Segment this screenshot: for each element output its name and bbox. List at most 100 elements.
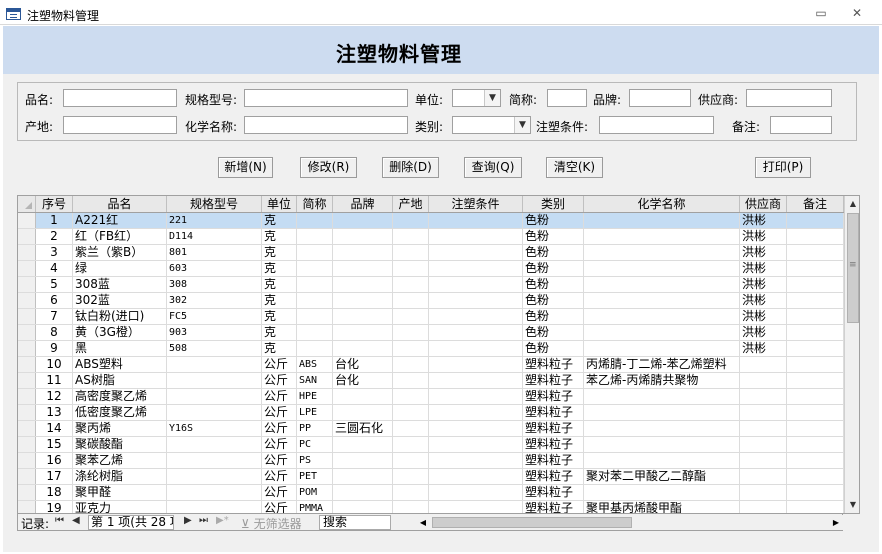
cell-col-brand[interactable] xyxy=(333,245,393,260)
cell-col-condition[interactable] xyxy=(429,357,523,372)
cell-col-condition[interactable] xyxy=(429,421,523,436)
cell-col-name[interactable]: 聚碳酸酯 xyxy=(73,437,167,452)
row-selector[interactable] xyxy=(18,213,36,228)
cell-col-condition[interactable] xyxy=(429,341,523,356)
table-row[interactable]: 11 AS树脂 公斤 SAN 台化 塑料粒子 苯乙烯-丙烯腈共聚物 xyxy=(18,373,844,389)
cell-col-chem[interactable] xyxy=(584,389,740,404)
cell-col-origin[interactable] xyxy=(393,357,429,372)
cell-col-brand[interactable] xyxy=(333,469,393,484)
table-row[interactable]: 12 高密度聚乙烯 公斤 HPE 塑料粒子 xyxy=(18,389,844,405)
cell-col-chem[interactable]: 苯乙烯-丙烯腈共聚物 xyxy=(584,373,740,388)
cell-col-supplier[interactable] xyxy=(740,437,787,452)
cell-col-origin[interactable] xyxy=(393,309,429,324)
minimize-icon[interactable]: ▭ xyxy=(810,5,832,21)
cell-col-supplier[interactable]: 洪彬 xyxy=(740,309,787,324)
cell-col-supplier[interactable]: 洪彬 xyxy=(740,341,787,356)
cell-col-unit[interactable]: 克 xyxy=(262,245,297,260)
record-position-field[interactable]: 第 1 项(共 28 项 xyxy=(88,515,174,530)
scroll-left-icon[interactable]: ◀ xyxy=(416,515,430,530)
cell-col-supplier[interactable]: 洪彬 xyxy=(740,261,787,276)
unit-select[interactable]: ▼ xyxy=(452,89,501,107)
cell-col-abbr[interactable]: PP xyxy=(297,421,333,436)
cell-col-remark[interactable] xyxy=(787,485,844,500)
cell-col-abbr[interactable] xyxy=(297,277,333,292)
cell-col-abbr[interactable] xyxy=(297,325,333,340)
cell-col-remark[interactable] xyxy=(787,293,844,308)
cell-col-unit[interactable]: 公斤 xyxy=(262,357,297,372)
cell-col-unit[interactable]: 公斤 xyxy=(262,485,297,500)
cell-col-name[interactable]: 绿 xyxy=(73,261,167,276)
cell-col-unit[interactable]: 克 xyxy=(262,309,297,324)
scroll-thumb[interactable] xyxy=(847,213,859,323)
cell-col-remark[interactable] xyxy=(787,229,844,244)
cell-col-chem[interactable]: 聚对苯二甲酸乙二醇酯 xyxy=(584,469,740,484)
cell-col-name[interactable]: A221红 xyxy=(73,213,167,228)
cell-col-condition[interactable] xyxy=(429,501,523,513)
last-record-icon[interactable]: ⏭ xyxy=(199,515,208,526)
next-record-icon[interactable]: ▶ xyxy=(184,515,192,526)
cell-col-unit[interactable]: 克 xyxy=(262,293,297,308)
cell-col-unit[interactable]: 公斤 xyxy=(262,453,297,468)
cell-col-remark[interactable] xyxy=(787,341,844,356)
header-col-spec[interactable]: 规格型号 xyxy=(167,196,262,212)
cell-col-name[interactable]: 涤纶树脂 xyxy=(73,469,167,484)
row-selector[interactable] xyxy=(18,245,36,260)
cell-col-index[interactable]: 11 xyxy=(36,373,73,388)
row-selector[interactable] xyxy=(18,293,36,308)
add-button[interactable]: 新增(N) xyxy=(218,157,273,178)
header-col-category[interactable]: 类别 xyxy=(523,196,584,212)
cell-col-origin[interactable] xyxy=(393,389,429,404)
cell-col-unit[interactable]: 公斤 xyxy=(262,437,297,452)
cell-col-supplier[interactable] xyxy=(740,501,787,513)
cell-col-index[interactable]: 9 xyxy=(36,341,73,356)
cell-col-category[interactable]: 塑料粒子 xyxy=(523,373,584,388)
cell-col-brand[interactable] xyxy=(333,293,393,308)
cell-col-spec[interactable] xyxy=(167,485,262,500)
row-selector[interactable] xyxy=(18,373,36,388)
new-record-icon[interactable]: ▶* xyxy=(216,515,229,526)
table-row[interactable]: 16 聚苯乙烯 公斤 PS 塑料粒子 xyxy=(18,453,844,469)
cell-col-category[interactable]: 塑料粒子 xyxy=(523,469,584,484)
row-selector[interactable] xyxy=(18,405,36,420)
header-col-brand[interactable]: 品牌 xyxy=(333,196,393,212)
cell-col-index[interactable]: 18 xyxy=(36,485,73,500)
cell-col-unit[interactable]: 克 xyxy=(262,341,297,356)
table-row[interactable]: 8 黄（3G橙） 903 克 色粉 洪彬 xyxy=(18,325,844,341)
cell-col-index[interactable]: 15 xyxy=(36,437,73,452)
cell-col-remark[interactable] xyxy=(787,277,844,292)
table-row[interactable]: 14 聚丙烯 Y16S 公斤 PP 三圆石化 塑料粒子 xyxy=(18,421,844,437)
cell-col-brand[interactable]: 三圆石化 xyxy=(333,421,393,436)
table-row[interactable]: 6 302蓝 302 克 色粉 洪彬 xyxy=(18,293,844,309)
cell-col-category[interactable]: 塑料粒子 xyxy=(523,437,584,452)
cell-col-name[interactable]: 聚甲醛 xyxy=(73,485,167,500)
cell-col-unit[interactable]: 克 xyxy=(262,325,297,340)
cell-col-category[interactable]: 塑料粒子 xyxy=(523,389,584,404)
row-selector[interactable] xyxy=(18,437,36,452)
cell-col-chem[interactable] xyxy=(584,325,740,340)
cell-col-supplier[interactable] xyxy=(740,405,787,420)
cell-col-index[interactable]: 13 xyxy=(36,405,73,420)
cell-col-remark[interactable] xyxy=(787,261,844,276)
cell-col-abbr[interactable] xyxy=(297,293,333,308)
cell-col-remark[interactable] xyxy=(787,357,844,372)
table-row[interactable]: 7 钛白粉(进口) FC5 克 色粉 洪彬 xyxy=(18,309,844,325)
cell-col-category[interactable]: 色粉 xyxy=(523,325,584,340)
cell-col-spec[interactable] xyxy=(167,389,262,404)
header-col-condition[interactable]: 注塑条件 xyxy=(429,196,523,212)
cell-col-abbr[interactable] xyxy=(297,229,333,244)
cell-col-chem[interactable] xyxy=(584,405,740,420)
row-selector[interactable] xyxy=(18,229,36,244)
clear-button[interactable]: 清空(K) xyxy=(546,157,603,178)
print-button[interactable]: 打印(P) xyxy=(755,157,811,178)
cell-col-spec[interactable]: 801 xyxy=(167,245,262,260)
cell-col-category[interactable]: 色粉 xyxy=(523,293,584,308)
cell-col-index[interactable]: 6 xyxy=(36,293,73,308)
cell-col-category[interactable]: 色粉 xyxy=(523,341,584,356)
cell-col-brand[interactable] xyxy=(333,405,393,420)
cell-col-condition[interactable] xyxy=(429,437,523,452)
cell-col-origin[interactable] xyxy=(393,245,429,260)
cell-col-origin[interactable] xyxy=(393,213,429,228)
cell-col-remark[interactable] xyxy=(787,325,844,340)
filter-status[interactable]: ⊻ 无筛选器 xyxy=(241,515,302,532)
cell-col-chem[interactable] xyxy=(584,421,740,436)
